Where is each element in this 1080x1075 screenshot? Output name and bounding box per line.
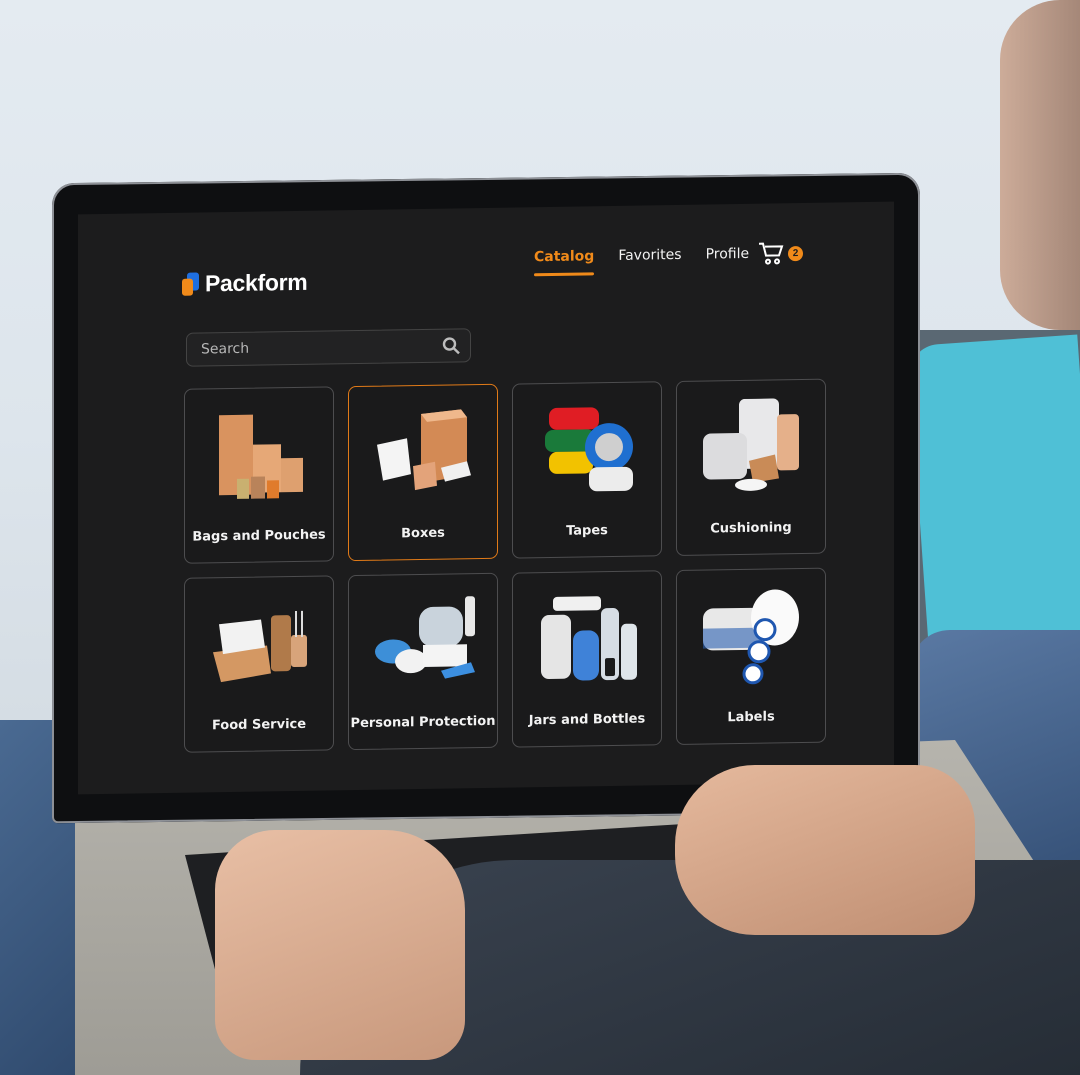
bottles-image [541,596,637,681]
category-label: Labels [727,709,775,726]
category-card-food-service[interactable]: Food Service [184,575,334,753]
labels-image [703,589,799,685]
category-card-cushioning[interactable]: Cushioning [676,378,826,557]
category-card-personal-protection[interactable]: Personal Protection [348,572,498,751]
bags-image [219,414,303,499]
category-label: Personal Protection [350,713,496,732]
left-hand [215,830,465,1060]
category-label: Tapes [566,523,608,539]
category-card-tapes[interactable]: Tapes [512,381,662,559]
cart-icon [759,242,784,265]
person-head [1000,0,1080,330]
boxes-image [377,409,471,491]
category-card-labels[interactable]: Labels [676,567,826,746]
cart-button[interactable]: 2 [758,241,803,266]
nav-favorites[interactable]: Favorites [618,247,681,264]
search-box[interactable] [186,328,471,367]
cart-count-badge: 2 [788,245,803,261]
search-input[interactable] [201,338,421,358]
logo-icon [182,272,200,296]
cushioning-image [703,398,799,491]
brand-name: Packform [205,268,308,297]
category-card-bags[interactable]: Bags and Pouches [184,386,334,564]
category-label: Bags and Pouches [192,527,326,545]
ppe-image [375,596,475,679]
tapes-image [545,407,633,492]
food-service-image [213,610,307,683]
category-card-boxes[interactable]: Boxes [348,383,498,562]
category-label: Boxes [401,525,445,542]
category-label: Jars and Bottles [528,711,646,729]
right-hand [675,765,975,935]
nav-profile[interactable]: Profile [706,246,750,263]
search-icon[interactable] [442,336,460,355]
category-grid: Bags and Pouches Boxes Tapes Cushioning … [184,378,826,753]
main-nav: Catalog Favorites Profile [534,246,749,265]
category-card-jars-bottles[interactable]: Jars and Bottles [512,570,662,748]
category-label: Food Service [211,716,307,734]
nav-catalog[interactable]: Catalog [534,248,594,265]
app-screen: Packform Catalog Favorites Profile 2 Bag… [78,201,894,795]
logo[interactable]: Packform [182,269,307,298]
category-label: Cushioning [710,520,792,537]
